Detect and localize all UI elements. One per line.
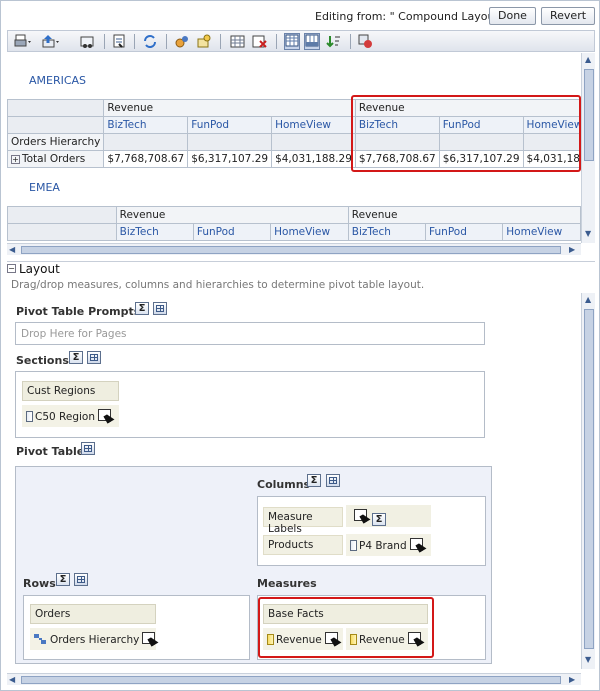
column-totals-icon[interactable] [304,33,320,50]
sigma-icon[interactable]: Σ [135,302,149,315]
highlight-measures [258,597,434,658]
measures-title: Measures [257,577,317,590]
brand-header: BizTech [103,116,189,134]
value-cell: $7,768,708.67 [103,150,189,168]
value-cell: $6,317,107.29 [187,150,273,168]
measure-header: Revenue [347,206,581,224]
brand-header: HomeView [502,223,581,241]
columns-title: Columns [257,478,311,491]
scroll-right-icon[interactable]: ▶ [569,675,575,684]
add-to-briefing-icon[interactable] [80,34,96,49]
measure-labels-group[interactable]: Measure Labels [263,507,343,535]
p4-brand-item[interactable]: P4 Brand [346,534,431,556]
measure-labels-controls: Σ [346,505,431,527]
sort-icon[interactable] [326,34,342,49]
grid-icon[interactable] [87,351,101,364]
scroll-up-icon[interactable]: ▲ [585,55,591,64]
select-cursor-icon[interactable] [97,409,114,423]
section-heading-americas: AMERICAS [29,74,87,87]
brand-header: BizTech [347,223,427,241]
layout-horizontal-scrollbar[interactable]: ◀ ▶ [7,673,581,685]
table-row: Revenue Revenue [7,206,581,224]
pages-dropzone[interactable]: Drop Here for Pages [15,322,485,345]
sigma-icon[interactable]: Σ [307,474,321,487]
scroll-left-icon[interactable]: ◀ [9,675,15,684]
brand-header: HomeView [270,223,349,241]
brand-header: HomeView [271,116,356,134]
sigma-icon[interactable]: Σ [69,351,83,364]
new-group-icon[interactable] [196,34,212,49]
scroll-down-icon[interactable]: ▼ [585,229,591,238]
cust-regions-group[interactable]: Cust Regions [22,381,119,401]
preview-horizontal-scrollbar[interactable]: ◀ ▶ [7,243,581,255]
expand-icon[interactable]: + [11,155,20,164]
properties-icon[interactable] [112,34,128,49]
layout-description: Drag/drop measures, columns and hierarch… [11,279,425,291]
grid-icon[interactable] [74,573,88,586]
pivot-prompts-title: Pivot Table Prompts [16,305,141,318]
brand-header: FunPod [192,223,272,241]
refresh-icon[interactable] [142,34,158,49]
pivot-toolbar [7,30,595,52]
scroll-right-icon[interactable]: ▶ [569,245,575,254]
pivot-table-emea: Revenue Revenue BizTech FunPod HomeView … [7,206,581,241]
select-cursor-icon[interactable] [409,538,426,552]
sections-title: Sections [16,354,69,367]
orders-group[interactable]: Orders [30,604,156,624]
value-cell: $4,031,188.29 [271,150,356,168]
pivot-preview: AMERICAS Revenue Revenue BizTech FunPod … [7,53,581,243]
measure-header: Revenue [103,99,356,117]
select-cursor-icon[interactable] [142,632,158,646]
revert-button[interactable]: Revert [541,7,596,25]
grid-icon[interactable] [81,442,95,455]
layout-vertical-scrollbar[interactable]: ▲ ▼ [581,293,595,669]
scroll-left-icon[interactable]: ◀ [9,245,15,254]
table-row: BizTech FunPod HomeView BizTech FunPod H… [7,223,581,241]
scroll-up-icon[interactable]: ▲ [585,295,591,304]
rows-title: Rows [23,577,56,590]
row-hierarchy-header: Orders Hierarchy [7,133,105,151]
collapse-icon[interactable]: − [7,264,16,273]
sigma-icon[interactable]: Σ [56,573,70,586]
table-view-icon[interactable] [230,34,246,49]
editor-header: Editing from: " Compound Layout" Done Re… [1,1,599,29]
delete-icon[interactable] [252,34,268,49]
scroll-thumb[interactable] [584,69,594,161]
c50-region-item[interactable]: C50 Region [22,405,119,427]
sigma-icon[interactable]: Σ [372,513,386,526]
print-icon[interactable] [14,34,31,49]
preview-vertical-scrollbar[interactable]: ▲ ▼ [581,53,595,243]
done-button[interactable]: Done [489,7,536,25]
layout-title: Layout [19,262,60,276]
grid-icon[interactable] [326,474,340,487]
format-icon[interactable] [358,34,374,49]
highlight-duplicate-revenue [351,95,581,172]
hierarchy-icon [34,634,48,645]
orders-hierarchy-item[interactable]: Orders Hierarchy [30,628,156,650]
grid-icon[interactable] [153,302,167,315]
scroll-thumb[interactable] [21,246,561,254]
editing-from-label: Editing from: " Compound Layout" [315,10,504,23]
measure-header: Revenue [115,206,349,224]
column-icon [26,411,33,422]
export-icon[interactable] [42,34,59,49]
select-cursor-icon[interactable] [354,509,370,523]
brand-header: FunPod [425,223,504,241]
layout-section-header[interactable]: − Layout [7,261,595,277]
column-icon [350,540,357,551]
section-heading-emea: EMEA [29,181,60,194]
brand-header: FunPod [187,116,273,134]
pivot-view-icon[interactable] [284,33,300,50]
scroll-thumb[interactable] [584,309,594,649]
total-orders-row-header[interactable]: + Total Orders [7,150,105,168]
compound-layout-editor: Editing from: " Compound Layout" Done Re… [0,0,600,691]
scroll-down-icon[interactable]: ▼ [585,655,591,664]
scroll-thumb[interactable] [21,676,561,684]
products-group[interactable]: Products [263,535,343,555]
brand-header: BizTech [115,223,194,241]
new-calculated-item-icon[interactable] [174,34,190,49]
pivot-table-title: Pivot Table [16,445,85,458]
